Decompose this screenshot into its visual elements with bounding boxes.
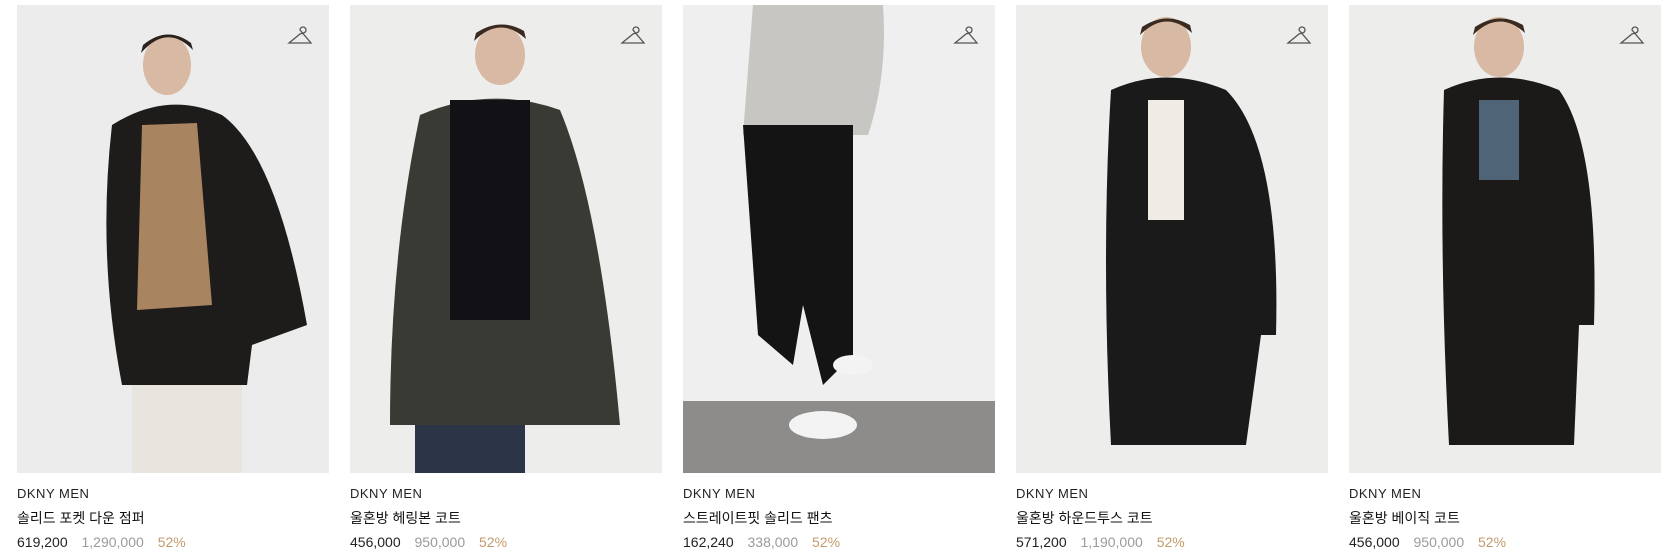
product-name[interactable]: 울혼방 헤링본 코트 bbox=[350, 508, 662, 528]
hanger-icon[interactable] bbox=[953, 25, 979, 47]
hanger-icon[interactable] bbox=[1286, 25, 1312, 47]
sale-price: 571,200 bbox=[1016, 534, 1067, 550]
product-brand[interactable]: DKNY MEN bbox=[683, 485, 995, 502]
sale-price: 456,000 bbox=[350, 534, 401, 550]
product-prices: 619,200 1,290,000 52% bbox=[17, 532, 329, 552]
product-photo bbox=[350, 5, 662, 473]
product-photo bbox=[1349, 5, 1661, 473]
product-image[interactable] bbox=[350, 5, 662, 473]
product-name[interactable]: 스트레이트핏 솔리드 팬츠 bbox=[683, 508, 995, 528]
product-image[interactable] bbox=[1349, 5, 1661, 473]
product-card[interactable]: DKNY MEN 울혼방 헤링본 코트 456,000 950,000 52% bbox=[350, 5, 662, 559]
product-prices: 162,240 338,000 52% bbox=[683, 532, 995, 552]
product-card[interactable]: DKNY MEN 울혼방 하운드투스 코트 571,200 1,190,000 … bbox=[1016, 5, 1328, 559]
discount-rate: 52% bbox=[157, 534, 186, 550]
discount-rate: 52% bbox=[812, 534, 841, 550]
product-photo bbox=[683, 5, 995, 473]
discount-rate: 52% bbox=[1156, 534, 1185, 550]
hanger-icon[interactable] bbox=[620, 25, 646, 47]
product-photo bbox=[17, 5, 329, 473]
product-brand[interactable]: DKNY MEN bbox=[1016, 485, 1328, 502]
product-brand[interactable]: DKNY MEN bbox=[350, 485, 662, 502]
hanger-icon[interactable] bbox=[287, 25, 313, 47]
discount-rate: 52% bbox=[1478, 534, 1507, 550]
product-prices: 456,000 950,000 52% bbox=[1349, 532, 1661, 552]
product-brand[interactable]: DKNY MEN bbox=[1349, 485, 1661, 502]
product-card[interactable]: DKNY MEN 솔리드 포켓 다운 점퍼 619,200 1,290,000 … bbox=[17, 5, 329, 559]
original-price: 1,290,000 bbox=[81, 534, 144, 550]
product-name[interactable]: 울혼방 베이직 코트 bbox=[1349, 508, 1661, 528]
original-price: 950,000 bbox=[414, 534, 466, 550]
sale-price: 619,200 bbox=[17, 534, 68, 550]
original-price: 950,000 bbox=[1413, 534, 1465, 550]
product-card[interactable]: DKNY MEN 울혼방 베이직 코트 456,000 950,000 52% bbox=[1349, 5, 1661, 559]
discount-rate: 52% bbox=[479, 534, 508, 550]
product-image[interactable] bbox=[17, 5, 329, 473]
product-grid: DKNY MEN 솔리드 포켓 다운 점퍼 619,200 1,290,000 … bbox=[17, 5, 1669, 559]
product-card[interactable]: DKNY MEN 스트레이트핏 솔리드 팬츠 162,240 338,000 5… bbox=[683, 5, 995, 559]
product-brand[interactable]: DKNY MEN bbox=[17, 485, 329, 502]
original-price: 1,190,000 bbox=[1080, 534, 1143, 550]
original-price: 338,000 bbox=[747, 534, 799, 550]
hanger-icon[interactable] bbox=[1619, 25, 1645, 47]
product-prices: 571,200 1,190,000 52% bbox=[1016, 532, 1328, 552]
product-image[interactable] bbox=[683, 5, 995, 473]
sale-price: 456,000 bbox=[1349, 534, 1400, 550]
product-name[interactable]: 솔리드 포켓 다운 점퍼 bbox=[17, 508, 329, 528]
product-name[interactable]: 울혼방 하운드투스 코트 bbox=[1016, 508, 1328, 528]
product-image[interactable] bbox=[1016, 5, 1328, 473]
product-photo bbox=[1016, 5, 1328, 473]
sale-price: 162,240 bbox=[683, 534, 734, 550]
product-prices: 456,000 950,000 52% bbox=[350, 532, 662, 552]
